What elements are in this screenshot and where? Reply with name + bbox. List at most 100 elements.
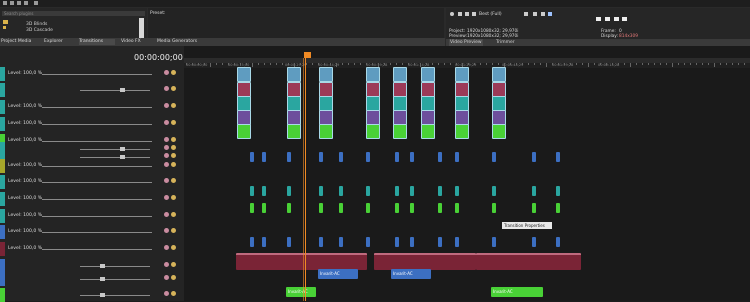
video-clip[interactable] — [492, 82, 506, 97]
short-clip[interactable] — [339, 152, 343, 162]
level-slider-knob[interactable] — [120, 88, 125, 92]
level-slider-knob[interactable] — [100, 277, 105, 281]
video-clip[interactable] — [366, 67, 380, 82]
short-clip[interactable] — [250, 186, 254, 196]
track-color-strip[interactable] — [0, 225, 5, 239]
audio-clip[interactable] — [476, 253, 581, 270]
mute-icon[interactable] — [164, 262, 169, 267]
video-clip[interactable] — [237, 96, 251, 111]
video-clip[interactable] — [287, 67, 301, 82]
level-slider-track[interactable] — [42, 166, 152, 167]
short-clip[interactable] — [410, 186, 414, 196]
track-header[interactable]: Level: 100,0 % — [0, 242, 182, 256]
folder-icon[interactable] — [3, 20, 8, 24]
video-clip[interactable] — [393, 96, 407, 111]
short-clip[interactable] — [492, 152, 496, 162]
short-clip[interactable] — [319, 152, 323, 162]
level-slider-track[interactable] — [80, 157, 150, 158]
short-clip[interactable] — [366, 186, 370, 196]
short-clip[interactable] — [395, 203, 399, 213]
named-clip[interactable]: Invarit-AC — [286, 287, 316, 297]
short-clip[interactable] — [556, 203, 560, 213]
video-clip[interactable] — [319, 67, 333, 82]
preview-quality-select[interactable]: Best (Full) — [479, 12, 502, 17]
tab-video-fx[interactable]: Video FX — [121, 39, 145, 45]
level-slider-track[interactable] — [80, 90, 150, 91]
video-clip[interactable] — [492, 96, 506, 111]
solo-icon[interactable] — [171, 162, 176, 167]
video-clip[interactable] — [421, 82, 435, 97]
track-header[interactable]: Level: 100,0 % — [0, 67, 182, 81]
track-color-strip[interactable] — [0, 259, 5, 273]
track-color-strip[interactable] — [0, 192, 5, 206]
gear-icon[interactable] — [450, 12, 454, 16]
short-clip[interactable] — [438, 152, 442, 162]
video-clip[interactable] — [455, 96, 469, 111]
short-clip[interactable] — [455, 203, 459, 213]
preview-menu-icon[interactable] — [472, 12, 476, 16]
video-clip[interactable] — [455, 67, 469, 82]
short-clip[interactable] — [339, 186, 343, 196]
frame-icon[interactable] — [614, 17, 619, 21]
short-clip[interactable] — [410, 152, 414, 162]
short-clip[interactable] — [287, 152, 291, 162]
short-clip[interactable] — [250, 152, 254, 162]
save-icon[interactable] — [3, 1, 7, 5]
video-clip[interactable] — [319, 110, 333, 125]
short-clip[interactable] — [262, 237, 266, 247]
video-clip[interactable] — [366, 124, 380, 139]
track-header[interactable]: Level: 100,0 % — [0, 225, 182, 239]
tab-explorer[interactable]: Explorer — [44, 39, 66, 45]
short-clip[interactable] — [532, 152, 536, 162]
play-icon[interactable] — [596, 17, 601, 21]
copy-snapshot-icon[interactable] — [533, 12, 537, 16]
level-slider-track[interactable] — [42, 199, 152, 200]
video-clip[interactable] — [492, 67, 506, 82]
short-clip[interactable] — [250, 203, 254, 213]
level-slider-track[interactable] — [42, 182, 152, 183]
mute-icon[interactable] — [164, 178, 169, 183]
video-clip[interactable] — [287, 82, 301, 97]
short-clip[interactable] — [395, 152, 399, 162]
tab-video-preview[interactable]: Video Preview — [449, 39, 483, 46]
solo-icon[interactable] — [171, 103, 176, 108]
short-clip[interactable] — [366, 237, 370, 247]
video-clip[interactable] — [393, 110, 407, 125]
level-slider-track[interactable] — [42, 74, 152, 75]
video-clip[interactable] — [319, 124, 333, 139]
grid-icon[interactable] — [622, 17, 627, 21]
solo-icon[interactable] — [171, 195, 176, 200]
solo-icon[interactable] — [171, 153, 176, 158]
settings-icon[interactable] — [34, 1, 38, 5]
tab-trimmer[interactable]: Trimmer — [496, 39, 515, 46]
level-slider-knob[interactable] — [100, 264, 105, 268]
level-slider-track[interactable] — [42, 232, 152, 233]
short-clip[interactable] — [319, 186, 323, 196]
mute-icon[interactable] — [164, 162, 169, 167]
short-clip[interactable] — [438, 186, 442, 196]
tab-media-generators[interactable]: Media Generators — [157, 39, 197, 45]
track-header[interactable] — [0, 272, 182, 286]
track-header[interactable]: Level: 100,0 % — [0, 117, 182, 131]
short-clip[interactable] — [262, 152, 266, 162]
short-clip[interactable] — [556, 237, 560, 247]
solo-icon[interactable] — [171, 245, 176, 250]
named-clip[interactable]: Invarit-AC — [491, 287, 543, 297]
short-clip[interactable] — [455, 237, 459, 247]
track-header[interactable] — [0, 259, 182, 273]
video-clip[interactable] — [393, 82, 407, 97]
level-slider-track[interactable] — [80, 295, 150, 296]
video-clip[interactable] — [421, 96, 435, 111]
short-clip[interactable] — [319, 237, 323, 247]
track-color-strip[interactable] — [0, 288, 5, 302]
named-clip[interactable]: Invarit-AC — [318, 269, 358, 279]
solo-icon[interactable] — [171, 70, 176, 75]
level-slider-track[interactable] — [42, 249, 152, 250]
short-clip[interactable] — [410, 237, 414, 247]
short-clip[interactable] — [395, 186, 399, 196]
short-clip[interactable] — [366, 203, 370, 213]
short-clip[interactable] — [262, 186, 266, 196]
track-color-strip[interactable] — [0, 100, 5, 114]
track-color-strip[interactable] — [0, 117, 5, 131]
mute-icon[interactable] — [164, 120, 169, 125]
